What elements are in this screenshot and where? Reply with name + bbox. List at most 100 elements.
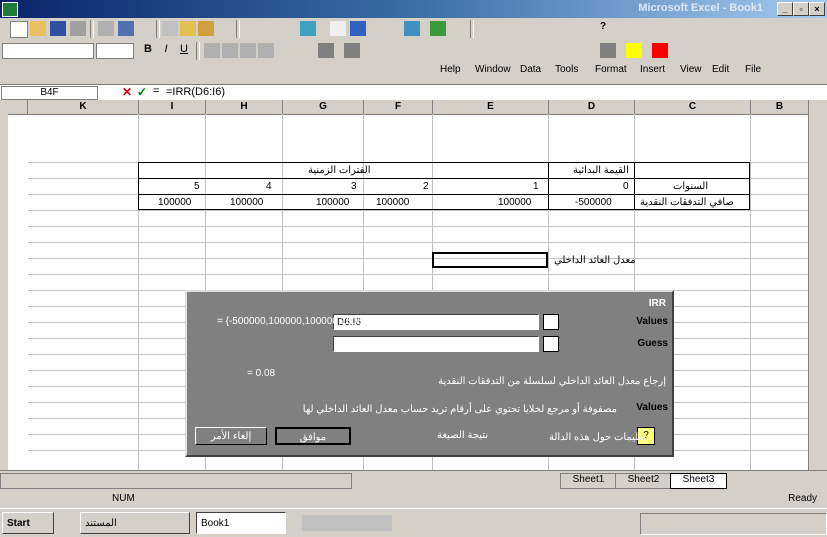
period-0: 0 [623, 181, 629, 192]
help-link[interactable]: تعليمات حول هذه الدالة [549, 432, 646, 443]
autosum-icon[interactable] [330, 21, 346, 36]
copy-icon[interactable] [180, 21, 196, 36]
horizontal-scrollbar[interactable] [0, 473, 352, 489]
select-all-button[interactable] [8, 100, 28, 115]
borders-icon[interactable] [600, 43, 616, 58]
cut-icon[interactable] [162, 21, 178, 36]
tab-sheet2[interactable]: Sheet2 [615, 473, 672, 489]
system-tray [640, 513, 827, 535]
font-select[interactable] [2, 43, 94, 59]
taskbar-item-document[interactable]: المستند [80, 512, 190, 534]
insert-hyperlink-icon[interactable] [300, 21, 316, 36]
preview-icon[interactable] [98, 21, 114, 36]
save-icon[interactable] [50, 21, 66, 36]
function-icon[interactable] [350, 21, 366, 36]
window-title: Microsoft Excel - Book1 [638, 2, 763, 14]
standard-toolbar: ? [0, 18, 827, 41]
function-arguments-dialog: IRR Values D6:I6 = {-500000,100000,10000… [185, 290, 674, 457]
values-collapse-icon[interactable] [543, 314, 559, 330]
status-area: Sheet1 Sheet2 Sheet3 Ready NUM [0, 470, 827, 509]
excel-app-icon[interactable] [2, 2, 18, 17]
cashflow-d: -500000 [575, 197, 612, 208]
dialog-result-preview: = 0.08 [247, 368, 276, 379]
status-num: NUM [112, 493, 135, 504]
menu-bar: Help Window Data Tools Format Insert Vie… [0, 62, 827, 80]
currency-icon[interactable] [318, 43, 334, 58]
row-label-cashflows: صافي التدفقات النقدية [640, 197, 734, 208]
help-icon[interactable]: ? [600, 21, 616, 36]
menu-window[interactable]: Window [475, 64, 511, 75]
align-center-icon[interactable] [222, 43, 238, 58]
guess-label: Guess [637, 338, 668, 349]
minimize-button[interactable]: _ [777, 2, 793, 16]
bold-button[interactable]: B [140, 43, 156, 58]
chart-wizard-icon[interactable] [404, 21, 420, 36]
row-label-years: السنوات [673, 181, 709, 192]
column-header-g[interactable]: G [283, 100, 364, 115]
open-icon[interactable] [30, 21, 46, 36]
cashflow-i: 100000 [158, 197, 192, 208]
equals-icon[interactable]: = [153, 85, 159, 97]
paste-icon[interactable] [198, 21, 214, 36]
name-box[interactable]: B4F [1, 86, 98, 100]
enter-icon[interactable]: ✓ [137, 85, 147, 99]
guess-collapse-icon[interactable] [543, 336, 559, 352]
start-button[interactable]: Start [2, 512, 54, 534]
percent-icon[interactable] [344, 43, 360, 58]
column-header-e[interactable]: E [433, 100, 549, 115]
column-header-k[interactable]: K [28, 100, 139, 115]
values-result: = {-500000,100000,100000,100000,100000,1… [217, 316, 450, 327]
taskbar-item-book1[interactable]: Book1 [196, 512, 286, 534]
column-header-h[interactable]: H [206, 100, 283, 115]
maximize-button[interactable]: ▫ [793, 2, 809, 16]
menu-insert[interactable]: Insert [640, 64, 665, 75]
menu-edit[interactable]: Edit [712, 64, 729, 75]
period-4: 4 [266, 181, 272, 192]
status-ready: Ready [788, 493, 817, 504]
period-3: 3 [351, 181, 357, 192]
menu-tools[interactable]: Tools [555, 64, 578, 75]
column-header-c[interactable]: C [635, 100, 751, 115]
menu-help[interactable]: Help [440, 64, 461, 75]
drawing-icon[interactable] [430, 21, 446, 36]
column-header-f[interactable]: F [364, 100, 433, 115]
period-1: 1 [533, 181, 539, 192]
close-button[interactable]: × [809, 2, 825, 16]
underline-button[interactable]: U [176, 43, 192, 58]
font-size-select[interactable] [96, 43, 134, 59]
vertical-scrollbar[interactable] [808, 100, 827, 470]
print-icon[interactable] [70, 21, 86, 36]
merge-center-icon[interactable] [258, 43, 274, 58]
italic-button[interactable]: I [158, 43, 174, 58]
irr-label: معدل العائد الداخلي [554, 255, 636, 266]
column-header-d[interactable]: D [549, 100, 635, 115]
cancel-button[interactable]: إلغاء الأمر [195, 427, 267, 445]
menu-data[interactable]: Data [520, 64, 541, 75]
guess-input[interactable] [333, 336, 539, 352]
fill-color-icon[interactable] [626, 43, 642, 58]
header-periods: الفترات الزمنية [308, 165, 371, 176]
align-right-icon[interactable] [240, 43, 256, 58]
arg-help-label: Values [636, 402, 668, 413]
cancel-icon[interactable]: ✕ [122, 85, 132, 99]
new-icon[interactable] [10, 21, 28, 38]
spelling-icon[interactable] [118, 21, 134, 36]
cashflow-f: 100000 [376, 197, 410, 208]
menu-view[interactable]: View [680, 64, 702, 75]
function-description: إرجاع معدل العائد الداخلي لسلسلة من التد… [438, 376, 666, 387]
align-left-icon[interactable] [204, 43, 220, 58]
tab-sheet1[interactable]: Sheet1 [560, 473, 617, 489]
quick-launch[interactable] [302, 515, 392, 531]
menu-file[interactable]: File [745, 64, 761, 75]
ok-button[interactable]: موافق [275, 427, 351, 445]
column-header-b[interactable]: B [751, 100, 808, 115]
period-2: 2 [423, 181, 429, 192]
dialog-function-name: IRR [648, 298, 666, 309]
column-header-i[interactable]: I [139, 100, 206, 115]
active-cell[interactable] [432, 252, 548, 268]
formula-input[interactable]: =IRR(D6:I6) [166, 86, 225, 98]
cashflow-g: 100000 [316, 197, 350, 208]
tab-sheet3[interactable]: Sheet3 [670, 473, 727, 489]
menu-format[interactable]: Format [595, 64, 627, 75]
font-color-icon[interactable] [652, 43, 668, 58]
